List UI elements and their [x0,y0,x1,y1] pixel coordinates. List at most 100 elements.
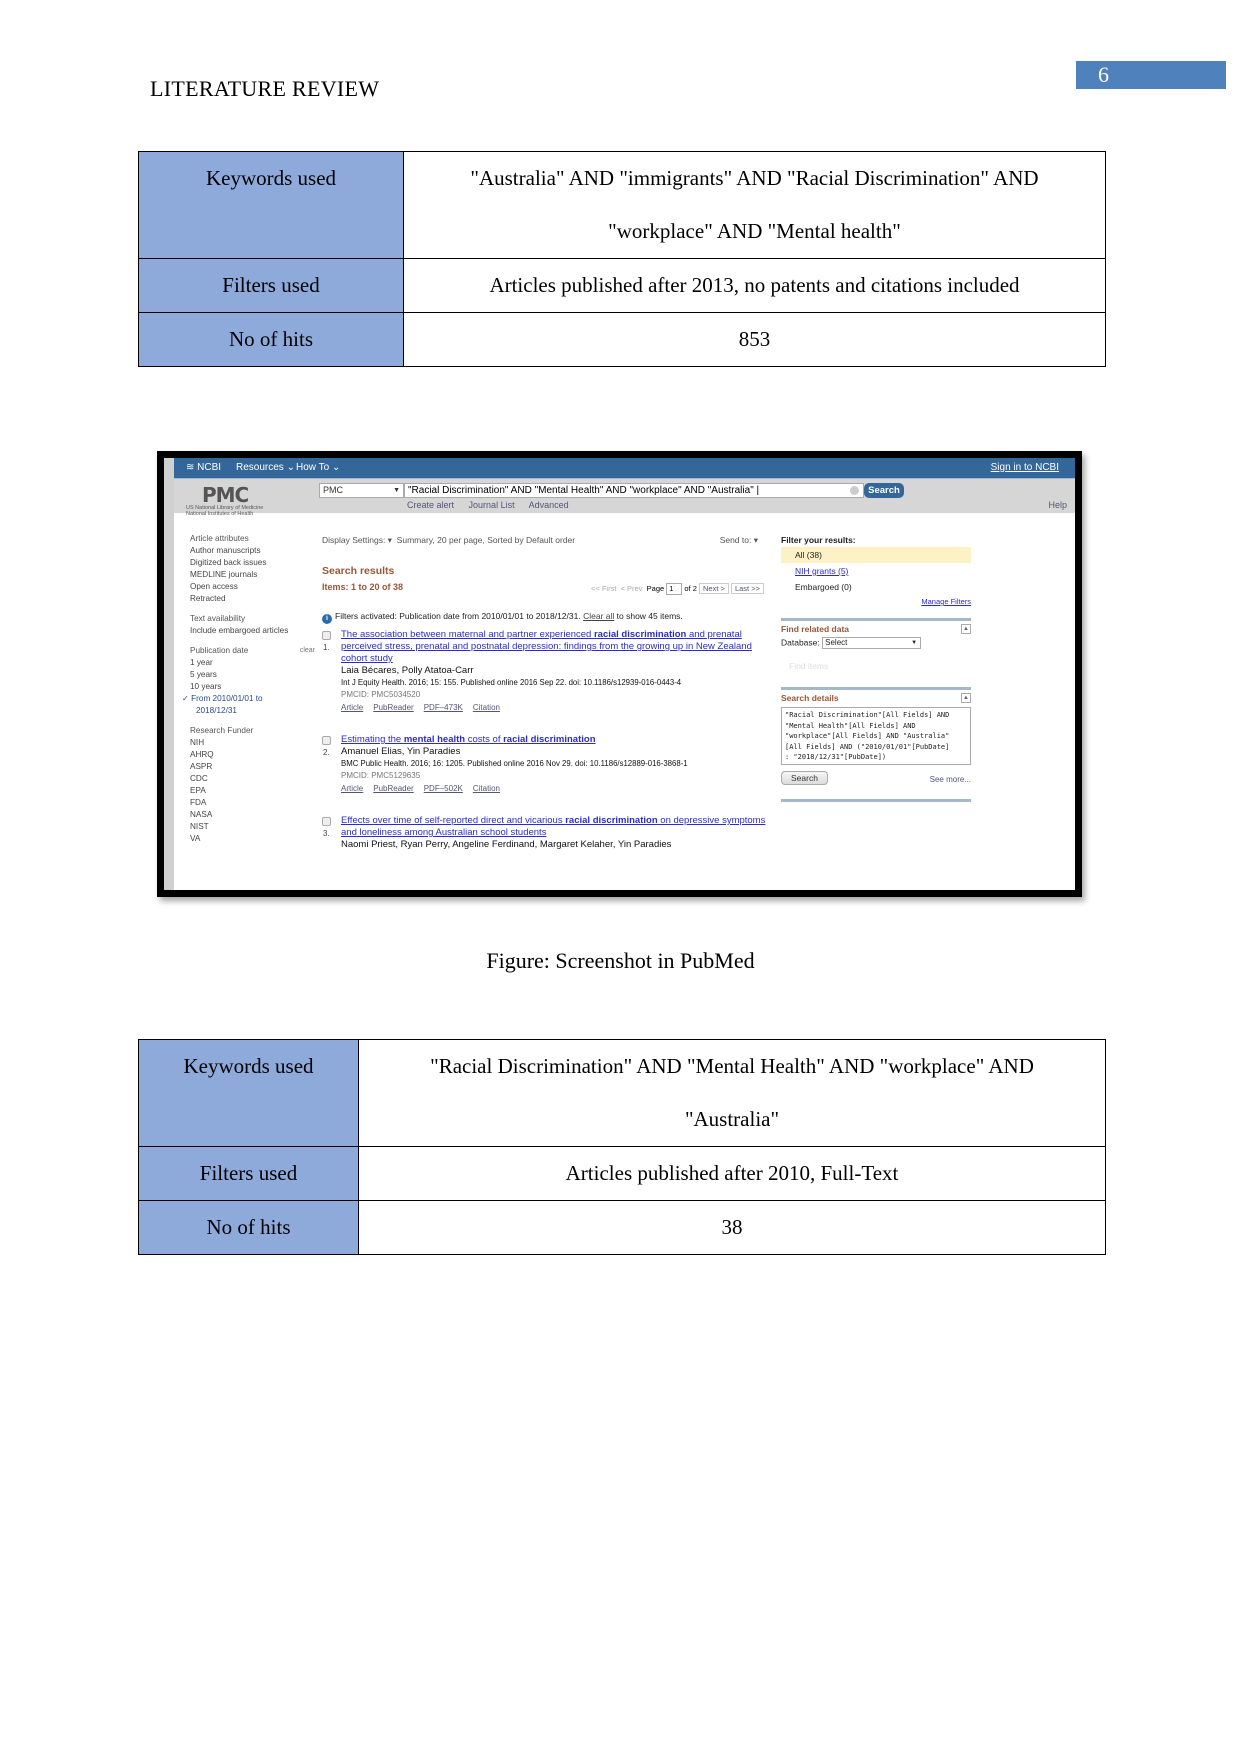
filter-tab-nih-grants[interactable]: NIH grants (5) [781,563,971,579]
filter-item[interactable]: MEDLINE journals [190,569,315,581]
resources-menu[interactable]: Resources ⌄ [236,462,295,473]
dropdown-arrow-icon: ▼ [393,487,400,494]
send-to-menu[interactable]: Send to: ▾ [720,535,758,546]
pubreader-link[interactable]: PubReader [373,784,413,793]
right-panel: Filter your results: All (38) NIH grants… [781,535,971,802]
filter-item-selected[interactable]: ✓ From 2010/01/01 to [182,693,315,705]
help-link[interactable]: Help [1048,500,1067,510]
pdf-link[interactable]: PDF–473K [424,703,463,712]
filter-item[interactable]: NASA [190,809,315,821]
result-checkbox[interactable] [322,736,331,745]
items-count: Items: 1 to 20 of 38 [322,582,404,592]
result-links: Article PubReader PDF–502K Citation [341,782,772,795]
dropdown-arrow-icon: ▼ [911,640,918,646]
left-filter-sidebar: Article attributes Author manuscripts Di… [182,533,315,845]
row-value: 38 [358,1200,1106,1255]
citation-link[interactable]: Citation [473,784,500,793]
find-items-button[interactable]: Find items [789,661,971,671]
collapse-icon[interactable]: ▲ [961,693,971,703]
figure-caption: Figure: Screenshot in PubMed [486,948,755,973]
how-to-menu[interactable]: How To ⌄ [296,462,340,473]
result-title-link[interactable]: The association between maternal and par… [341,629,772,665]
last-page-button[interactable]: Last >> [730,583,764,594]
see-more-link[interactable]: See more... [930,775,971,784]
sign-in-link[interactable]: Sign in to NCBI [991,462,1059,473]
create-alert-link[interactable]: Create alert [407,500,454,510]
filter-item[interactable]: FDA [190,797,315,809]
result-number: 1. [323,643,330,652]
pubreader-link[interactable]: PubReader [373,703,413,712]
filter-item[interactable]: Author manuscripts [190,545,315,557]
advanced-link[interactable]: Advanced [529,500,569,510]
row-label: Keywords used [138,1039,359,1147]
left-gutter [164,458,174,890]
search-details-button[interactable]: Search [781,771,828,785]
result-item: 1. The association between maternal and … [322,629,772,714]
info-icon: i [322,614,332,624]
filter-item[interactable]: Digitized back issues [190,557,315,569]
related-database-select[interactable]: Select ▼ [822,637,922,649]
filter-heading: Text availability [190,614,246,623]
result-title-link[interactable]: Estimating the mental health costs of ra… [341,734,772,746]
result-checkbox[interactable] [322,817,331,826]
filter-item[interactable]: Include embargoed articles [190,625,315,637]
chevron-down-icon: ⌄ [331,462,341,473]
filter-tab-all[interactable]: All (38) [781,547,971,563]
result-item: 2. Estimating the mental health costs of… [322,734,772,795]
filter-item[interactable]: 10 years [190,681,315,693]
ncbi-logo[interactable]: ≋ NCBI [186,462,221,473]
filter-item[interactable]: ASPR [190,761,315,773]
clear-icon[interactable] [850,486,859,495]
citation-link[interactable]: Citation [473,703,500,712]
filter-item[interactable]: VA [190,833,315,845]
result-title-link[interactable]: Effects over time of self-reported direc… [341,815,772,839]
filter-item[interactable]: Retracted [190,593,315,605]
pager: << First < Prev Page 1 of 2 Next > Last … [591,583,764,595]
filter-item[interactable]: EPA [190,785,315,797]
filter-item[interactable]: NIH [190,737,315,749]
pmc-logo[interactable]: PMC [202,483,249,507]
search-results-title: Search results [322,565,395,577]
search-button[interactable]: Search [864,483,904,498]
clear-all-link[interactable]: Clear all [583,611,614,621]
manage-filters-link[interactable]: Manage Filters [781,597,971,606]
search-input[interactable]: "Racial Discrimination" AND "Mental Heal… [404,483,864,498]
pdf-link[interactable]: PDF–502K [424,784,463,793]
article-link[interactable]: Article [341,784,363,793]
filter-item[interactable]: CDC [190,773,315,785]
result-checkbox[interactable] [322,631,331,640]
filter-heading: Article attributes [190,534,249,543]
result-authors: Amanuel Elias, Yin Paradies [341,746,461,757]
section-divider [781,687,971,690]
filter-tab-embargoed[interactable]: Embargoed (0) [781,579,971,595]
result-number: 2. [323,748,330,757]
page-input[interactable]: 1 [666,583,683,595]
filter-item[interactable]: NIST [190,821,315,833]
result-pmcid: PMCID: PMC5034520 [341,690,421,699]
clear-date-link[interactable]: clear [300,645,315,657]
collapse-icon[interactable]: ▲ [961,624,971,634]
filter-item[interactable]: Open access [190,581,315,593]
row-label: Filters used [138,258,404,313]
ncbi-top-bar: ≋ NCBI Resources ⌄ How To ⌄ Sign in to N… [174,458,1075,478]
journal-list-link[interactable]: Journal List [469,500,515,510]
ncbi-helix-icon: ≋ [186,462,195,473]
filter-heading: clear Publication date [190,645,315,657]
filter-item[interactable]: 5 years [190,669,315,681]
filter-item[interactable]: AHRQ [190,749,315,761]
next-page-button[interactable]: Next > [698,583,729,594]
filter-item[interactable]: 1 year [190,657,315,669]
search-details-textarea[interactable]: "Racial Discrimination"[All Fields] AND … [781,707,971,765]
result-authors: Laia Bécares, Polly Atatoa-Carr [341,665,474,676]
row-label: No of hits [138,1200,359,1255]
prev-page-link[interactable]: < Prev [621,584,643,593]
first-page-link[interactable]: << First [591,584,616,593]
database-select[interactable]: PMC ▼ [319,483,404,498]
page-number: 6 [1076,61,1226,89]
filter-item-selected-cont: 2018/12/31 [196,706,237,715]
display-settings[interactable]: Display Settings: ▾ Summary, 20 per page… [322,535,772,546]
find-related-title: Find related data ▲ [781,624,971,634]
filter-heading: Research Funder [190,726,254,735]
article-link[interactable]: Article [341,703,363,712]
pubmed-screenshot: ≋ NCBI Resources ⌄ How To ⌄ Sign in to N… [157,451,1082,897]
